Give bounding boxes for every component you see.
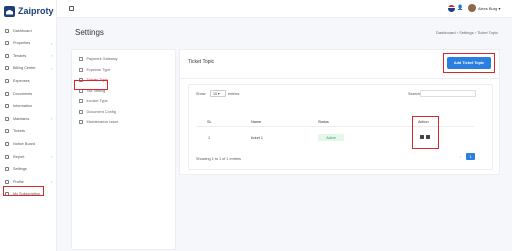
add-button-highlight [443, 53, 495, 73]
avatar[interactable] [468, 4, 476, 12]
sidebar-item-label: Documents [13, 91, 33, 96]
chevron-right-icon: › [51, 53, 53, 59]
settings-item-invoice-type[interactable]: Invoice Type [79, 97, 108, 105]
users-icon [5, 53, 9, 58]
table-info: Showing 1 to 1 of 1 entries [196, 157, 241, 161]
pagination-prev[interactable]: ‹ [460, 155, 461, 159]
sidebar-item-label: Dashboard [13, 28, 32, 33]
report-icon [5, 154, 9, 159]
document-icon [5, 91, 9, 96]
user-icon [5, 179, 9, 184]
sidebar-item-tickets[interactable]: Tickets [5, 127, 25, 136]
sidebar-item-dashboard[interactable]: Dashboard [5, 26, 32, 35]
chevron-right-icon: › [51, 179, 53, 185]
column-header-sl[interactable]: SL [207, 120, 212, 124]
sidebar-item-label: Notice Board [13, 141, 35, 146]
building-icon [5, 41, 9, 46]
menu-toggle-icon[interactable] [69, 6, 74, 11]
divider [180, 78, 499, 79]
settings-item-label: Maintenance Issue [86, 120, 119, 124]
sidebar-item-label: Report [13, 154, 25, 159]
language-flag-icon[interactable] [448, 5, 455, 12]
settings-item-expense-type[interactable]: Expense Type [79, 66, 111, 74]
sidebar-item-profile[interactable]: Profile › [5, 177, 52, 186]
document-icon [79, 109, 83, 114]
user-name[interactable]: Alexs Burg ▾ [478, 6, 500, 11]
sidebar-item-label: Settings [13, 167, 27, 172]
chevron-right-icon: › [51, 116, 53, 122]
house-logo-icon [4, 5, 15, 17]
sidebar-item-properties[interactable]: Properties › [5, 39, 52, 48]
show-label: Show [196, 92, 206, 96]
document-icon [79, 99, 83, 103]
settings-highlight [3, 186, 44, 196]
pagination-page-1[interactable]: 1 [466, 153, 475, 160]
column-header-status[interactable]: Status [318, 120, 329, 124]
sidebar-item-label: Billing Center [13, 66, 36, 71]
settings-item-document-config[interactable]: Document Config [79, 108, 116, 116]
sidebar-item-maintains[interactable]: Maintains › [5, 114, 52, 123]
sidebar-item-notice-board[interactable]: Notice Board [5, 139, 35, 148]
settings-item-label: Payment Gateway [86, 57, 118, 61]
search-input[interactable] [420, 90, 476, 97]
bill-icon [5, 66, 9, 71]
sidebar-item-tenants[interactable]: Tenants › [5, 51, 52, 60]
row-sl: 1 [208, 136, 211, 140]
page-title: Settings [75, 28, 104, 37]
sidebar-item-label: Tickets [13, 129, 25, 134]
board-icon [5, 141, 9, 146]
chevron-right-icon: › [51, 65, 53, 71]
entries-select[interactable]: 10 ▾ [210, 90, 226, 97]
row-name: ticket 1 [251, 136, 264, 140]
chevron-right-icon: › [51, 154, 53, 159]
action-highlight [412, 116, 439, 149]
sidebar-item-label: Expenses [13, 78, 30, 83]
sidebar-item-label: Profile [13, 179, 24, 184]
breadcrumb[interactable]: Dashboard › Settings › Ticket Topic [436, 30, 498, 35]
tickets-topic-highlight [74, 80, 108, 90]
topbar: 👤 Alexs Burg ▾ [57, 0, 512, 18]
sidebar-item-label: Properties [13, 41, 31, 46]
sidebar-item-label: Information [13, 104, 32, 109]
sidebar-item-label: Tenants [13, 53, 27, 58]
logo[interactable]: Zaiproty [4, 4, 54, 18]
settings-item-maintenance-issue[interactable]: Maintenance Issue [79, 118, 118, 126]
sidebar-item-documents[interactable]: Documents [5, 89, 32, 98]
tools-icon [5, 116, 9, 121]
chevron-right-icon: › [51, 40, 53, 46]
sidebar-item-report[interactable]: Report › [5, 152, 52, 161]
document-icon [79, 67, 83, 72]
sidebar-item-information[interactable]: Information [5, 102, 32, 111]
ticket-icon [5, 129, 9, 134]
settings-item-label: Invoice Type [86, 99, 108, 103]
status-badge: Active [318, 134, 344, 141]
settings-item-label: Document Config [86, 109, 116, 114]
home-icon [5, 28, 9, 33]
settings-item-label: Expense Type [86, 67, 111, 72]
logo-text: Zaiproty [18, 6, 54, 16]
document-icon [79, 57, 83, 61]
column-header-name[interactable]: Name [251, 120, 261, 124]
sidebar-item-expenses[interactable]: Expenses [5, 76, 30, 85]
document-icon [79, 120, 83, 124]
entries-label: entries [228, 92, 240, 96]
info-icon [5, 104, 9, 109]
sidebar-item-settings[interactable]: Settings [5, 165, 27, 174]
sidebar-item-billing-center[interactable]: Billing Center › [5, 64, 52, 73]
sidebar-item-label: Maintains [13, 116, 30, 121]
card-title: Ticket Topic [188, 59, 215, 65]
gear-icon [5, 167, 9, 172]
settings-item-payment-gateway[interactable]: Payment Gateway [79, 55, 118, 63]
wallet-icon [5, 78, 9, 83]
person-icon[interactable]: 👤 [457, 5, 463, 12]
sidebar: Zaiproty Dashboard Properties › Tenants › Bil… [0, 0, 57, 251]
